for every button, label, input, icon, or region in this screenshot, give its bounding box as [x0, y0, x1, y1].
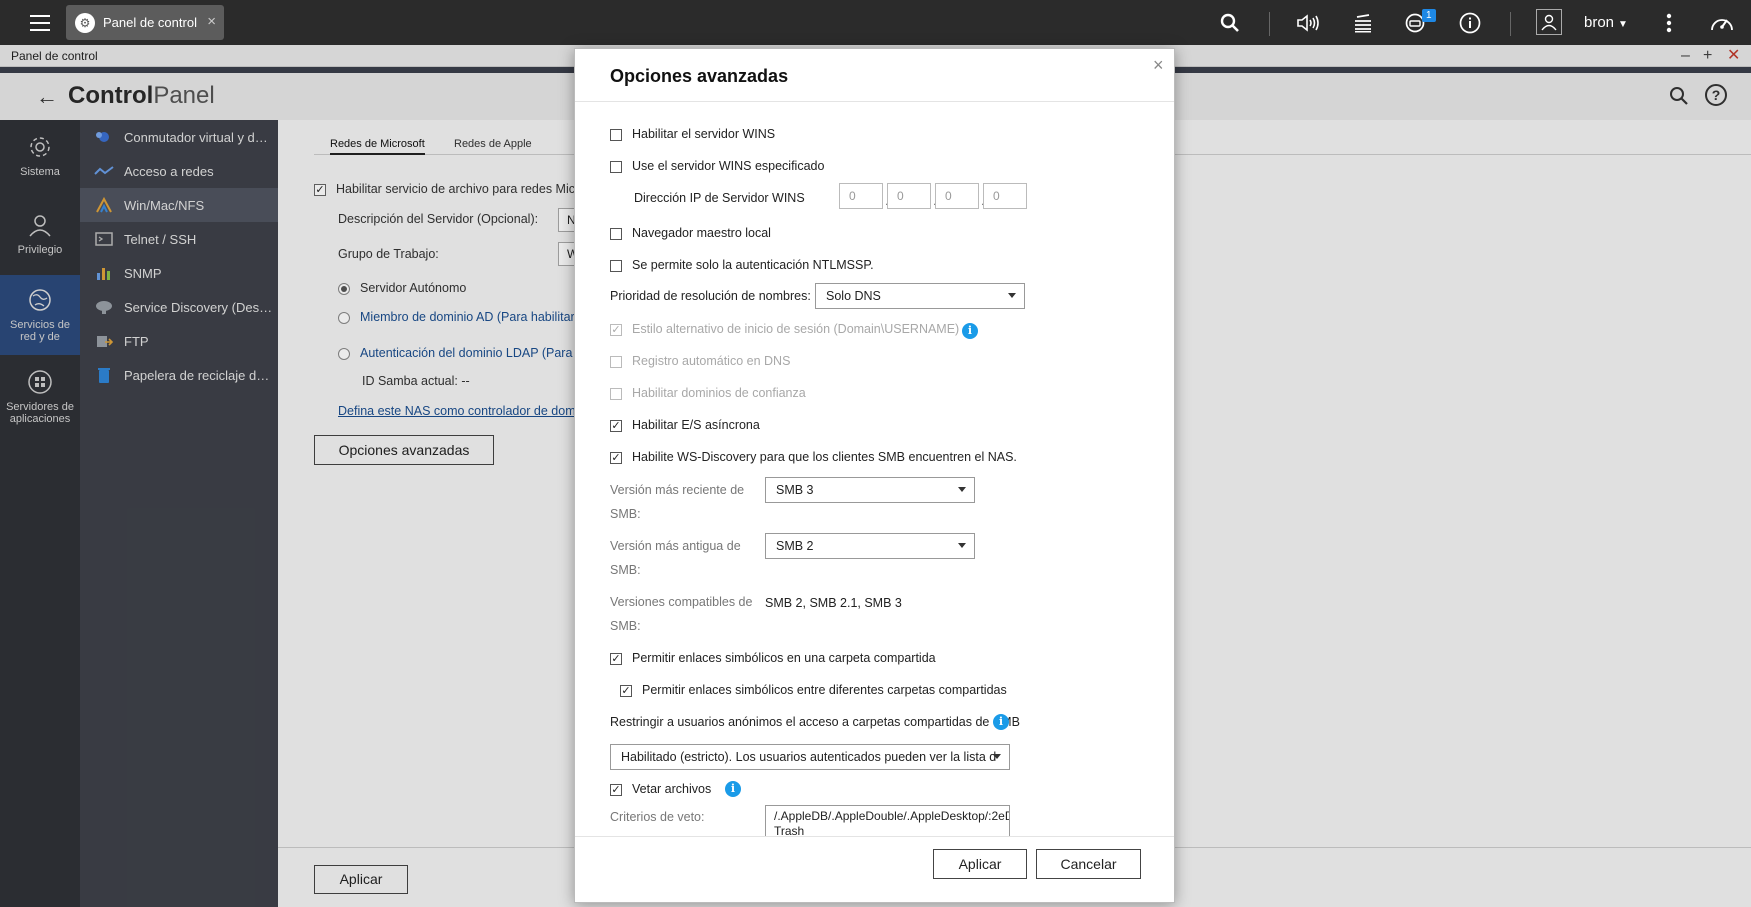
- async-io-label: Habilitar E/S asíncrona: [632, 418, 760, 432]
- top-bar: ⚙ Panel de control × 1 bron ▼: [0, 0, 1751, 45]
- ntlmssp-checkbox[interactable]: [610, 260, 622, 272]
- use-wins-label: Use el servidor WINS especificado: [632, 159, 825, 173]
- dialog-body: Habilitar el servidor WINS Use el servid…: [575, 101, 1174, 837]
- smb-lowest-version-value: SMB 2: [776, 539, 814, 553]
- main-menu-icon[interactable]: [20, 0, 60, 45]
- async-io-checkbox[interactable]: ✓: [610, 420, 622, 432]
- alt-login-style-checkbox: ✓: [610, 324, 622, 336]
- veto-criteria-label: Criterios de veto:: [610, 810, 705, 824]
- name-resolution-label: Prioridad de resolución de nombres:: [610, 289, 811, 303]
- tasks-stack-icon[interactable]: [1350, 10, 1376, 36]
- restrict-anon-info-icon[interactable]: i: [993, 714, 1009, 730]
- wins-ip-label: Dirección IP de Servidor WINS: [634, 191, 805, 205]
- ws-discovery-checkbox[interactable]: ✓: [610, 452, 622, 464]
- user-avatar-icon[interactable]: [1536, 9, 1562, 35]
- app-tab-label: Panel de control: [103, 15, 197, 30]
- use-wins-checkbox[interactable]: [610, 161, 622, 173]
- chevron-down-icon: [958, 487, 966, 492]
- top-icons-group: 1: [0, 0, 1751, 45]
- enable-wins-label: Habilitar el servidor WINS: [632, 127, 776, 141]
- trusted-domains-checkbox: [610, 388, 622, 400]
- user-menu[interactable]: bron ▼: [1584, 14, 1628, 31]
- symlinks-shared-checkbox[interactable]: ✓: [610, 653, 622, 665]
- restrict-anon-select[interactable]: Habilitado (estricto). Los usuarios aute…: [610, 744, 1010, 770]
- smb-highest-label-line2: SMB:: [610, 507, 641, 521]
- dialog-apply-button[interactable]: Aplicar: [933, 849, 1027, 879]
- symlinks-shared-label: Permitir enlaces simbólicos en una carpe…: [632, 651, 936, 665]
- name-resolution-select[interactable]: Solo DNS: [815, 283, 1025, 309]
- smb-highest-version-select[interactable]: SMB 3: [765, 477, 975, 503]
- advanced-options-dialog: Opciones avanzadas × Habilitar el servid…: [574, 48, 1175, 903]
- restrict-anon-value: Habilitado (estricto). Los usuarios aute…: [621, 750, 997, 764]
- ntlmssp-label: Se permite solo la autenticación NTLMSSP…: [632, 258, 874, 272]
- smb-highest-label-line1: Versión más reciente de: [610, 483, 745, 497]
- smb-highest-version-value: SMB 3: [776, 483, 814, 497]
- restrict-anon-label: Restringir a usuarios anónimos el acceso…: [610, 715, 1020, 729]
- smb-compat-value: SMB 2, SMB 2.1, SMB 3: [765, 596, 902, 610]
- veto-files-label: Vetar archivos: [632, 782, 712, 796]
- chevron-down-icon: [1008, 293, 1016, 298]
- smb-compat-label-line2: SMB:: [610, 619, 641, 633]
- dashboard-gauge-icon[interactable]: [1709, 10, 1735, 36]
- local-master-browser-label: Navegador maestro local: [632, 226, 771, 240]
- notifications-icon[interactable]: [1402, 10, 1428, 36]
- chevron-down-icon: [958, 543, 966, 548]
- alt-login-info-icon[interactable]: i: [962, 323, 978, 339]
- search-icon[interactable]: [1217, 10, 1243, 36]
- ws-discovery-label: Habilite WS-Discovery para que los clien…: [632, 450, 1017, 464]
- wins-ip-octet-4[interactable]: 0: [983, 183, 1027, 209]
- smb-compat-label-line1: Versiones compatibles de: [610, 595, 753, 609]
- wins-ip-octet-2[interactable]: 0: [887, 183, 931, 209]
- wins-ip-octet-1[interactable]: 0: [839, 183, 883, 209]
- veto-files-checkbox[interactable]: ✓: [610, 784, 622, 796]
- chevron-down-icon: ▼: [1618, 19, 1628, 30]
- wins-ip-octet-3[interactable]: 0: [935, 183, 979, 209]
- top-bar-separator: [1269, 12, 1270, 36]
- dialog-cancel-button[interactable]: Cancelar: [1036, 849, 1141, 879]
- app-tab-control-panel[interactable]: ⚙ Panel de control ×: [66, 5, 224, 40]
- smb-lowest-label-line2: SMB:: [610, 563, 641, 577]
- volume-icon[interactable]: [1295, 10, 1321, 36]
- more-options-icon[interactable]: [1656, 10, 1682, 36]
- name-resolution-value: Solo DNS: [826, 289, 881, 303]
- dialog-title: Opciones avanzadas: [610, 66, 789, 86]
- alt-login-style-label: Estilo alternativo de inicio de sesión (…: [632, 322, 960, 336]
- smb-lowest-label-line1: Versión más antigua de: [610, 539, 741, 553]
- enable-wins-checkbox[interactable]: [610, 129, 622, 141]
- info-icon[interactable]: [1457, 10, 1483, 36]
- auto-dns-register-label: Registro automático en DNS: [632, 354, 791, 368]
- username-label: bron: [1584, 14, 1615, 31]
- app-tab-close-icon[interactable]: ×: [207, 13, 216, 30]
- chevron-down-icon: [993, 754, 1001, 759]
- symlinks-cross-checkbox[interactable]: ✓: [620, 685, 632, 697]
- veto-criteria-textarea[interactable]: /.AppleDB/.AppleDouble/.AppleDesktop/:2e…: [765, 805, 1010, 836]
- local-master-browser-checkbox[interactable]: [610, 228, 622, 240]
- control-panel-gear-icon: ⚙: [75, 12, 95, 33]
- smb-lowest-version-select[interactable]: SMB 2: [765, 533, 975, 559]
- veto-files-info-icon[interactable]: i: [725, 781, 741, 797]
- symlinks-cross-label: Permitir enlaces simbólicos entre difere…: [642, 683, 1007, 697]
- dialog-close-icon[interactable]: ×: [1153, 55, 1164, 76]
- trusted-domains-label: Habilitar dominios de confianza: [632, 386, 806, 400]
- auto-dns-register-checkbox: [610, 356, 622, 368]
- top-bar-separator: [1510, 12, 1511, 36]
